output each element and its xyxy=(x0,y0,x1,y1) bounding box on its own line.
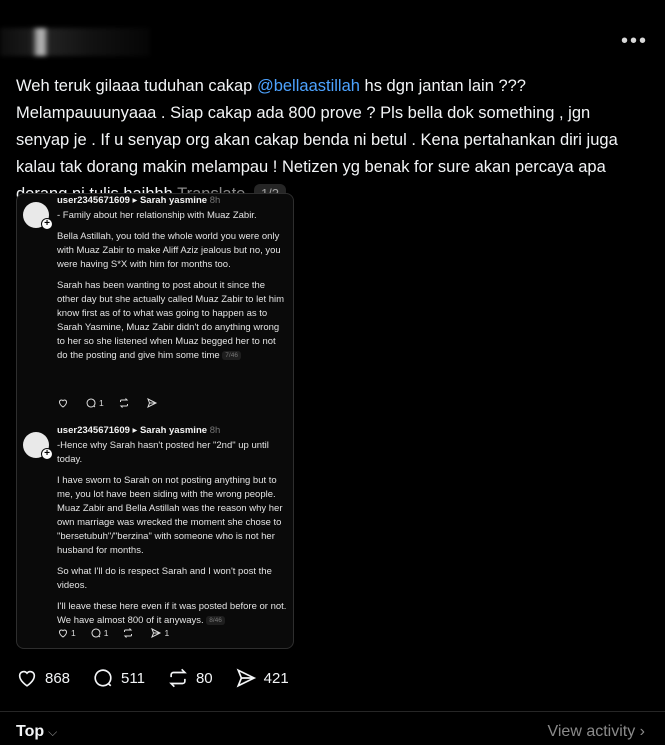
mini-reply: 1 xyxy=(85,397,104,409)
repost-icon xyxy=(124,628,133,638)
mini-like xyxy=(57,397,71,409)
view-activity-link[interactable]: View activity › xyxy=(547,723,645,741)
post-body-text: Weh teruk gilaaa tuduhan cakap @bellaast… xyxy=(16,73,646,208)
reply-time: 8h xyxy=(209,195,221,206)
reply-time: 8h xyxy=(209,425,221,436)
reply-paragraph: - Family about her relationship with Mua… xyxy=(57,210,257,221)
like-count: 868 xyxy=(45,669,71,687)
reply-arrow-icon: ▸ xyxy=(132,425,140,436)
reply-paragraph: Sarah has been wanting to post about it … xyxy=(57,279,287,363)
mini-reply-count: 1 xyxy=(103,628,109,638)
repost-icon xyxy=(119,398,128,408)
reply-username: user2345671609 xyxy=(57,425,130,436)
reply-header: user2345671609 ▸ Sarah yasmine 8h xyxy=(57,425,220,436)
share-count: 421 xyxy=(263,669,289,687)
mini-share xyxy=(146,397,160,409)
mini-reply-count: 1 xyxy=(99,398,104,408)
post-header: ••• xyxy=(0,0,665,62)
mini-share: 1 xyxy=(150,627,169,639)
share-button[interactable]: 421 xyxy=(235,667,289,689)
blurred-author-avatar[interactable] xyxy=(0,28,150,56)
repost-button[interactable]: 80 xyxy=(167,667,213,689)
mini-repost xyxy=(118,397,132,409)
post-actions: 868 511 80 421 xyxy=(16,667,311,689)
heart-icon xyxy=(18,670,36,687)
reply-paragraph: Bella Astillah, you told the whole world… xyxy=(57,231,281,270)
send-icon xyxy=(151,627,162,639)
mention-link[interactable]: @bellaastillah xyxy=(257,77,360,95)
reply-header: user2345671609 ▸ Sarah yasmine 8h xyxy=(57,195,220,206)
reply-paragraph: I'll leave these here even if it was pos… xyxy=(57,600,287,628)
mini-repost xyxy=(122,627,136,639)
follow-plus-icon: + xyxy=(41,448,53,460)
repost-icon xyxy=(169,668,187,688)
like-button[interactable]: 868 xyxy=(16,667,70,689)
heart-icon xyxy=(58,399,68,408)
reply-body: - Family about her relationship with Mua… xyxy=(57,209,287,370)
reply-count: 511 xyxy=(121,669,145,687)
more-options-icon[interactable]: ••• xyxy=(621,30,648,53)
reply-to-name: Sarah yasmine xyxy=(139,425,208,436)
mini-like: 1 xyxy=(57,627,76,639)
repost-count: 80 xyxy=(195,669,213,687)
comment-bubble-icon xyxy=(86,398,96,408)
reply-paragraph-text: Sarah has been wanting to post about it … xyxy=(57,280,285,361)
post-text-start: Weh teruk gilaaa tuduhan cakap xyxy=(16,77,257,95)
page-counter: 8/46 xyxy=(206,616,225,625)
reply-paragraph: -Hence why Sarah hasn't posted her "2nd"… xyxy=(57,440,269,465)
heart-icon xyxy=(58,629,68,638)
sort-dropdown[interactable]: Top ⌵ xyxy=(16,723,57,741)
post-text-rest: hs dgn jantan lain ??? Melampauuunyaaa .… xyxy=(16,77,618,203)
mini-like-count: 1 xyxy=(71,628,76,638)
reply-paragraph: I have sworn to Sarah on not posting any… xyxy=(57,475,283,556)
attached-screenshot[interactable]: + user2345671609 ▸ Sarah yasmine 8h - Fa… xyxy=(16,193,294,649)
sort-label: Top xyxy=(16,723,45,740)
mini-reply: 1 xyxy=(90,627,109,639)
reply-body: -Hence why Sarah hasn't posted her "2nd"… xyxy=(57,439,287,635)
reply-button[interactable]: 511 xyxy=(92,667,145,689)
reply-arrow-icon: ▸ xyxy=(132,195,140,206)
view-activity-label: View activity xyxy=(547,723,636,740)
reply-actions: 1 1 1 xyxy=(57,627,169,639)
comment-bubble-icon xyxy=(94,669,112,687)
follow-plus-icon: + xyxy=(41,218,53,230)
divider xyxy=(0,711,665,712)
send-icon xyxy=(236,668,256,688)
reply-paragraph-text: I'll leave these here even if it was pos… xyxy=(57,601,287,626)
mini-share-count: 1 xyxy=(164,628,170,638)
chevron-down-icon: ⌵ xyxy=(48,725,58,739)
reply-username: user2345671609 xyxy=(57,195,130,206)
reply-actions: 1 xyxy=(57,397,160,409)
reply-to-name: Sarah yasmine xyxy=(139,195,208,206)
send-icon xyxy=(146,397,157,409)
reply-paragraph: So what I'll do is respect Sarah and I w… xyxy=(57,566,272,591)
page-counter: 7/46 xyxy=(222,351,241,360)
chevron-right-icon: › xyxy=(639,723,645,740)
comment-bubble-icon xyxy=(91,628,101,638)
